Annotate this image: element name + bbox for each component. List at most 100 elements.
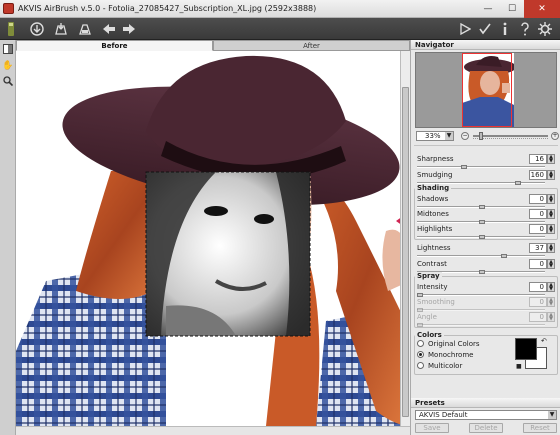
- smoothing-spinner: ▲ ▼: [547, 297, 555, 307]
- help-icon[interactable]: [516, 20, 534, 38]
- smudging-row: Smudging 160 ▲ ▼: [417, 170, 557, 185]
- radio-icon[interactable]: [417, 362, 424, 369]
- view-tabs: Before After: [16, 40, 410, 51]
- radio-icon[interactable]: [417, 340, 424, 347]
- highlights-row: Highlights 0 ▲ ▼: [417, 224, 557, 239]
- sharpness-label: Sharpness: [417, 155, 454, 163]
- spray-title: Spray: [415, 272, 442, 280]
- angle-slider-thumb: [417, 323, 423, 327]
- presets-select[interactable]: AKVIS Default ▼: [415, 410, 557, 420]
- smudging-spinner[interactable]: ▲ ▼: [547, 170, 555, 180]
- shadows-value[interactable]: 0: [529, 194, 547, 204]
- delete-preset-button[interactable]: Delete: [469, 423, 503, 433]
- open-icon[interactable]: [28, 20, 46, 38]
- highlights-label: Highlights: [417, 225, 453, 233]
- lightness-value[interactable]: 37: [529, 243, 547, 253]
- undo-icon[interactable]: [100, 20, 118, 38]
- save-icon[interactable]: [52, 20, 70, 38]
- highlights-spinner[interactable]: ▲ ▼: [547, 224, 555, 234]
- reset-preset-button[interactable]: Reset: [523, 423, 557, 433]
- lightness-slider-thumb[interactable]: [501, 254, 507, 258]
- angle-slider: [417, 324, 545, 326]
- close-button[interactable]: ✕: [524, 0, 560, 18]
- smoothing-row: Smoothing 0 ▲ ▼: [417, 297, 557, 312]
- contrast-row: Contrast 0 ▲ ▼: [417, 259, 557, 274]
- info-icon[interactable]: [496, 20, 514, 38]
- zoom-select[interactable]: 33% ▼: [416, 131, 454, 141]
- shadows-row: Shadows 0 ▲ ▼: [417, 194, 557, 209]
- foreground-color-swatch[interactable]: [515, 338, 537, 360]
- logo-icon: [2, 20, 20, 38]
- vertical-scrollbar[interactable]: [400, 51, 410, 426]
- photo-image: [16, 51, 410, 426]
- tab-before[interactable]: Before: [16, 40, 213, 51]
- zoom-slider-thumb[interactable]: [479, 132, 484, 140]
- intensity-row: Intensity 0 ▲ ▼: [417, 282, 557, 297]
- contrast-spinner[interactable]: ▲ ▼: [547, 259, 555, 269]
- smoothing-label: Smoothing: [417, 298, 455, 306]
- contrast-slider-thumb[interactable]: [479, 270, 485, 274]
- image-canvas[interactable]: [16, 51, 410, 426]
- minimize-button[interactable]: —: [476, 0, 500, 18]
- reset-colors-icon[interactable]: ■: [516, 363, 522, 370]
- smudging-slider-thumb[interactable]: [515, 181, 521, 185]
- chevron-down-icon: ▼: [548, 411, 556, 419]
- zoom-out-icon[interactable]: −: [461, 132, 469, 140]
- navigator-preview[interactable]: [415, 52, 557, 128]
- title-bar: AKVIS AirBrush v.5.0 - Fotolia_27085427_…: [0, 0, 560, 18]
- zoom-in-icon[interactable]: +: [551, 132, 559, 140]
- smudging-label: Smudging: [417, 171, 453, 179]
- tools-panel: ✋: [0, 40, 16, 435]
- window-controls: — ☐ ✕: [476, 0, 560, 18]
- midtones-row: Midtones 0 ▲ ▼: [417, 209, 557, 224]
- lightness-label: Lightness: [417, 244, 451, 252]
- zoom-tool-icon[interactable]: [2, 76, 14, 88]
- maximize-button[interactable]: ☐: [500, 0, 524, 18]
- redo-icon[interactable]: [120, 20, 138, 38]
- radio-selected-icon[interactable]: [417, 351, 424, 358]
- contrast-value[interactable]: 0: [529, 259, 547, 269]
- swap-colors-icon[interactable]: ↶: [541, 337, 547, 345]
- lightness-row: Lightness 37 ▲ ▼: [417, 243, 557, 258]
- shadows-label: Shadows: [417, 195, 449, 203]
- midtones-spinner[interactable]: ▲ ▼: [547, 209, 555, 219]
- smudging-value[interactable]: 160: [529, 170, 547, 180]
- intensity-label: Intensity: [417, 283, 448, 291]
- intensity-slider[interactable]: [417, 294, 545, 296]
- settings-panel: Navigator 33% ▼ − + Sharpness 16 ▲ ▼ Smu…: [410, 40, 560, 435]
- midtones-label: Midtones: [417, 210, 449, 218]
- shadows-spinner[interactable]: ▲ ▼: [547, 194, 555, 204]
- smoothing-value: 0: [529, 297, 547, 307]
- intensity-spinner[interactable]: ▲ ▼: [547, 282, 555, 292]
- hand-tool-icon[interactable]: ✋: [2, 60, 14, 72]
- angle-spinner: ▲ ▼: [547, 312, 555, 322]
- multicolor-label: Multicolor: [428, 362, 463, 370]
- divider: [414, 145, 558, 147]
- sharpness-spinner[interactable]: ▲ ▼: [547, 154, 555, 164]
- highlights-value[interactable]: 0: [529, 224, 547, 234]
- run-icon[interactable]: [456, 20, 474, 38]
- horizontal-scrollbar[interactable]: [16, 426, 410, 435]
- sharpness-slider-thumb[interactable]: [461, 165, 467, 169]
- presets-selected: AKVIS Default: [419, 411, 468, 419]
- save-preset-button[interactable]: Save: [415, 423, 449, 433]
- lightness-spinner[interactable]: ▲ ▼: [547, 243, 555, 253]
- zoom-slider[interactable]: [473, 135, 548, 137]
- intensity-value[interactable]: 0: [529, 282, 547, 292]
- settings-icon[interactable]: [536, 20, 554, 38]
- zoom-value: 33%: [425, 132, 441, 140]
- navigator-header: Navigator: [411, 40, 560, 50]
- tab-after[interactable]: After: [213, 40, 410, 51]
- sharpness-slider[interactable]: [417, 166, 545, 168]
- apply-icon[interactable]: [476, 20, 494, 38]
- vertical-scroll-thumb[interactable]: [402, 87, 409, 417]
- zoom-slider-ticks: [473, 138, 548, 141]
- highlights-slider-thumb[interactable]: [479, 235, 485, 239]
- lightness-slider[interactable]: [417, 255, 545, 257]
- sharpness-value[interactable]: 16: [529, 154, 547, 164]
- main-toolbar: [0, 18, 560, 40]
- navigator-view-rect[interactable]: [462, 53, 512, 127]
- midtones-value[interactable]: 0: [529, 209, 547, 219]
- print-icon[interactable]: [76, 20, 94, 38]
- before-after-tool-icon[interactable]: [2, 44, 14, 56]
